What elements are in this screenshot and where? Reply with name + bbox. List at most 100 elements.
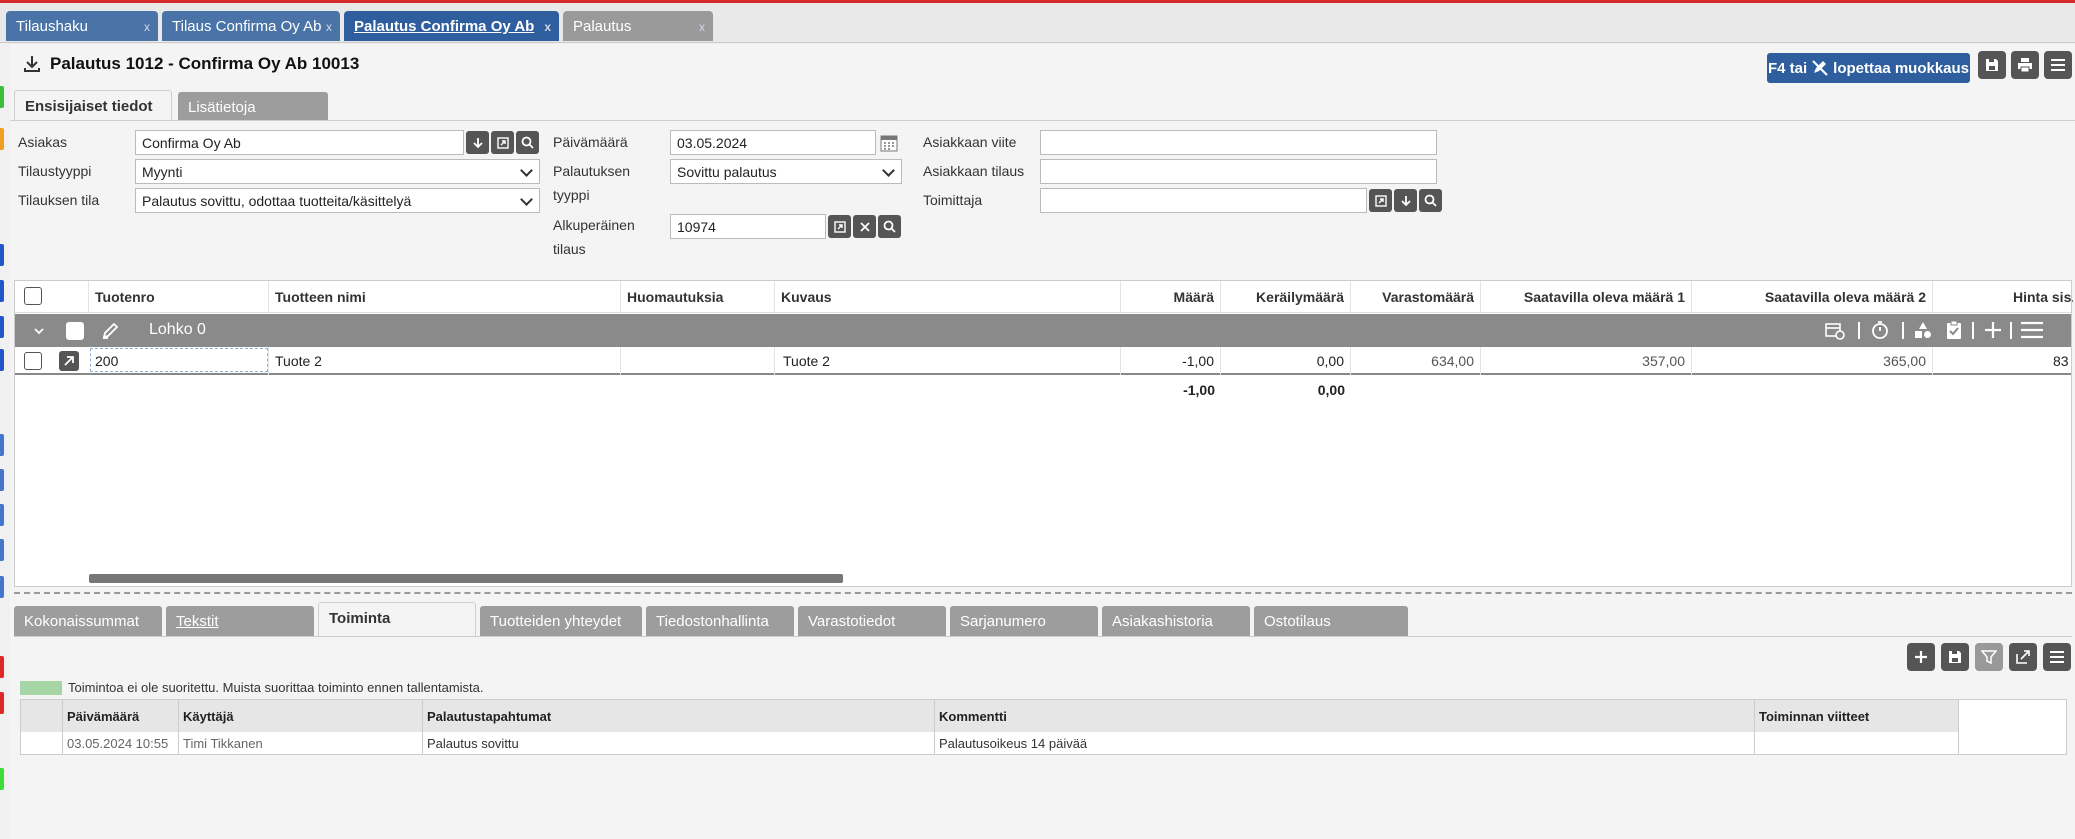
asiakas-field[interactable]: Confirma Oy Ab: [135, 130, 464, 155]
col-huomautuksia[interactable]: Huomautuksia: [621, 281, 775, 313]
row-open-button[interactable]: [59, 351, 79, 371]
horizontal-scrollbar[interactable]: [89, 574, 843, 583]
save-activity-button[interactable]: [1941, 643, 1969, 671]
toimittaja-search-button[interactable]: [1419, 189, 1442, 212]
cell-kuvaus[interactable]: Tuote 2: [775, 347, 1121, 375]
window-tab-palautus[interactable]: Palautus x: [563, 11, 713, 41]
close-icon[interactable]: x: [144, 20, 150, 34]
window-tab-tilaushaku[interactable]: Tilaushaku x: [6, 11, 158, 41]
close-icon[interactable]: x: [326, 20, 332, 34]
col-kommentti[interactable]: Kommentti: [935, 700, 1755, 732]
alkuperainen-open-button[interactable]: [828, 215, 851, 238]
cell-huomautuksia[interactable]: [621, 347, 775, 375]
tilaustyyppi-select[interactable]: Myynti: [135, 159, 540, 184]
table-row[interactable]: 200 Tuote 2 Tuote 2 -1,00 0,00 634,00 35…: [15, 347, 2071, 375]
row-checkbox[interactable]: [24, 352, 42, 370]
col-tuotenro[interactable]: Tuotenro: [89, 281, 269, 313]
tab-tuotteiden-yhteydet[interactable]: Tuotteiden yhteydet: [480, 606, 642, 636]
tilauksen-tila-select[interactable]: Palautus sovittu, odottaa tuotteita/käsi…: [135, 188, 540, 213]
cell-tuotenro[interactable]: 200: [89, 347, 269, 375]
cell-nimi[interactable]: Tuote 2: [269, 347, 621, 375]
cell-maara[interactable]: -1,00: [1121, 347, 1221, 375]
col-paivamaara[interactable]: Päivämäärä: [63, 700, 179, 732]
save-icon: [1984, 57, 2000, 73]
calendar-clock-icon[interactable]: [1825, 321, 1845, 341]
clipboard-check-icon[interactable]: [1945, 320, 1963, 340]
tab-sarjanumero[interactable]: Sarjanumero: [950, 606, 1098, 636]
status-marker: [0, 539, 4, 561]
toimittaja-open-button[interactable]: [1369, 189, 1392, 212]
print-button[interactable]: [2011, 51, 2039, 79]
status-marker: [0, 86, 4, 108]
cell-hinta[interactable]: 83: [1933, 347, 2073, 375]
chevron-down-icon[interactable]: [33, 325, 45, 337]
paivamaara-field[interactable]: 03.05.2024: [670, 130, 876, 155]
tab-toiminta[interactable]: Toiminta: [318, 602, 476, 636]
filter-button[interactable]: [1975, 643, 2003, 671]
col-toiminnan-viitteet[interactable]: Toiminnan viitteet: [1755, 700, 1959, 732]
col-saatavilla-2[interactable]: Saatavilla oleva määrä 2: [1692, 281, 1933, 313]
export-button[interactable]: [2009, 643, 2037, 671]
cell-kerailymaara[interactable]: 0,00: [1221, 347, 1351, 375]
window-tab-tilaus[interactable]: Tilaus Confirma Oy Ab x: [162, 11, 340, 41]
toimittaja-field[interactable]: [1040, 188, 1367, 213]
col-kuvaus[interactable]: Kuvaus: [775, 281, 1121, 313]
close-icon[interactable]: x: [544, 20, 551, 34]
toimittaja-down-button[interactable]: [1394, 189, 1417, 212]
col-kerailymaara[interactable]: Keräilymäärä: [1221, 281, 1351, 313]
save-button[interactable]: [1978, 51, 2006, 79]
menu-button[interactable]: [2044, 51, 2072, 79]
tab-ostotilaus[interactable]: Ostotilaus: [1254, 606, 1408, 636]
stop-editing-button[interactable]: F4 tai lopettaa muokkaus: [1767, 53, 1970, 83]
alkuperainen-search-button[interactable]: [878, 215, 901, 238]
tab-lisatietoja[interactable]: Lisätietoja: [178, 92, 328, 120]
asiakas-search-button[interactable]: [516, 131, 539, 154]
close-icon[interactable]: x: [699, 20, 705, 34]
cell-user: Timi Tikkanen: [179, 732, 423, 754]
asiakkaan-tilaus-field[interactable]: [1040, 159, 1437, 184]
window-tab-palautus-confirma[interactable]: Palautus Confirma Oy Ab x: [344, 11, 559, 41]
asiakas-down-button[interactable]: [466, 131, 489, 154]
tab-tekstit[interactable]: Tekstit: [166, 606, 314, 636]
col-hinta[interactable]: Hinta sis. A: [1933, 281, 2073, 313]
status-marker: [0, 434, 4, 456]
col-maara[interactable]: Määrä: [1121, 281, 1221, 313]
add-activity-button[interactable]: [1907, 643, 1935, 671]
tab-kokonaissummat[interactable]: Kokonaissummat: [14, 606, 162, 636]
status-marker: [0, 128, 4, 150]
stopwatch-icon[interactable]: [1870, 320, 1890, 340]
tab-varastotiedot[interactable]: Varastotiedot: [798, 606, 946, 636]
close-icon: [859, 221, 871, 233]
col-kayttaja[interactable]: Käyttäjä: [179, 700, 423, 732]
alkuperainen-clear-button[interactable]: [853, 215, 876, 238]
calendar-button[interactable]: [877, 131, 901, 154]
col-saatavilla-1[interactable]: Saatavilla oleva määrä 1: [1481, 281, 1692, 313]
tab-ensisijaiset[interactable]: Ensisijaiset tiedot: [14, 90, 172, 120]
edit-off-icon: [1811, 59, 1829, 77]
col-tuotteen-nimi[interactable]: Tuotteen nimi: [269, 281, 621, 313]
group-checkbox[interactable]: [66, 322, 84, 340]
group-row: Lohko 0: [15, 314, 2071, 347]
status-marker: [0, 469, 4, 491]
alkuperainen-field[interactable]: 10974: [670, 214, 826, 239]
tab-tiedostonhallinta[interactable]: Tiedostonhallinta: [646, 606, 794, 636]
shapes-icon[interactable]: [1913, 320, 1933, 340]
plus-icon[interactable]: [1983, 320, 2003, 340]
asiakas-open-button[interactable]: [491, 131, 514, 154]
splitter[interactable]: [14, 592, 2072, 594]
palautuksen-tyyppi-select[interactable]: Sovittu palautus: [670, 159, 902, 184]
pencil-icon[interactable]: [100, 321, 120, 341]
status-marker: [0, 656, 4, 678]
hamburger-icon[interactable]: [2020, 320, 2044, 340]
grid-header: Tuotenro Tuotteen nimi Huomautuksia Kuva…: [15, 281, 2073, 313]
calendar-icon: [880, 134, 898, 152]
arrow-down-icon: [1400, 195, 1412, 207]
asiakkaan-viite-field[interactable]: [1040, 130, 1437, 155]
select-all-checkbox[interactable]: [24, 287, 42, 305]
col-varastomaara[interactable]: Varastomäärä: [1351, 281, 1481, 313]
col-palautustapahtumat[interactable]: Palautustapahtumat: [423, 700, 935, 732]
tab-asiakashistoria[interactable]: Asiakashistoria: [1102, 606, 1250, 636]
activity-menu-button[interactable]: [2043, 643, 2071, 671]
hamburger-icon: [2049, 649, 2065, 665]
total-maara: -1,00: [1183, 382, 1215, 398]
